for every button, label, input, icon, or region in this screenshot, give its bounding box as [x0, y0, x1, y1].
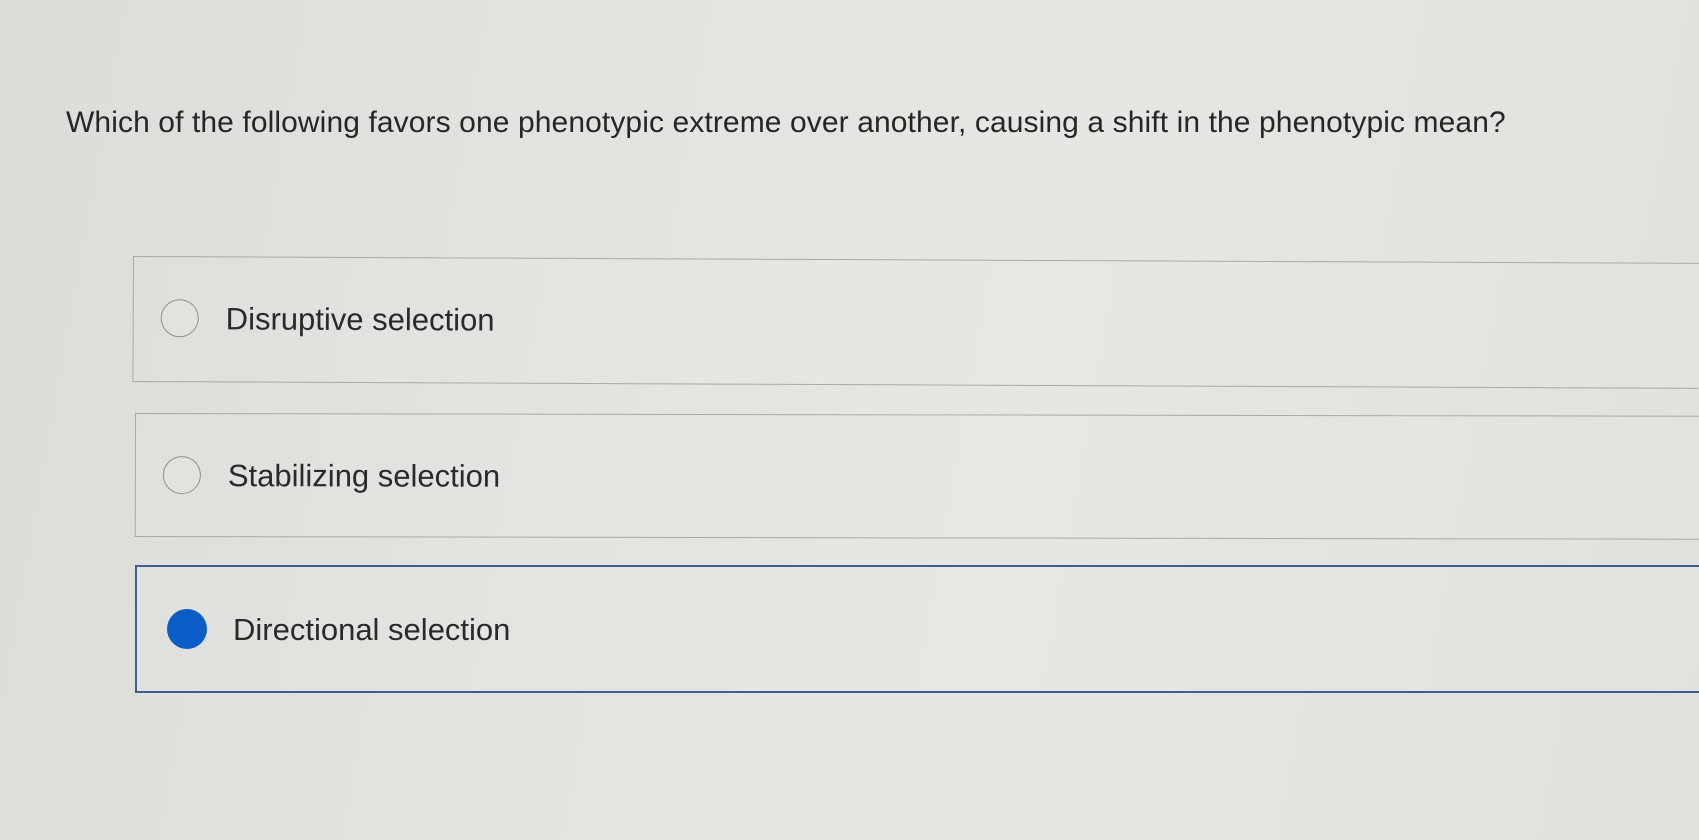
option-label: Directional selection: [233, 612, 511, 647]
option-label: Disruptive selection: [225, 301, 495, 338]
option-stabilizing-selection[interactable]: Stabilizing selection: [134, 413, 1699, 540]
radio-unselected-icon[interactable]: [162, 456, 201, 495]
radio-unselected-icon[interactable]: [160, 299, 199, 338]
radio-selected-icon[interactable]: [167, 609, 207, 649]
answer-options: Disruptive selection Stabilizing selecti…: [0, 0, 1699, 840]
option-label: Stabilizing selection: [227, 458, 501, 494]
quiz-page: Which of the following favors one phenot…: [0, 0, 1699, 840]
option-directional-selection[interactable]: Directional selection: [135, 565, 1699, 693]
option-disruptive-selection[interactable]: Disruptive selection: [132, 256, 1699, 389]
